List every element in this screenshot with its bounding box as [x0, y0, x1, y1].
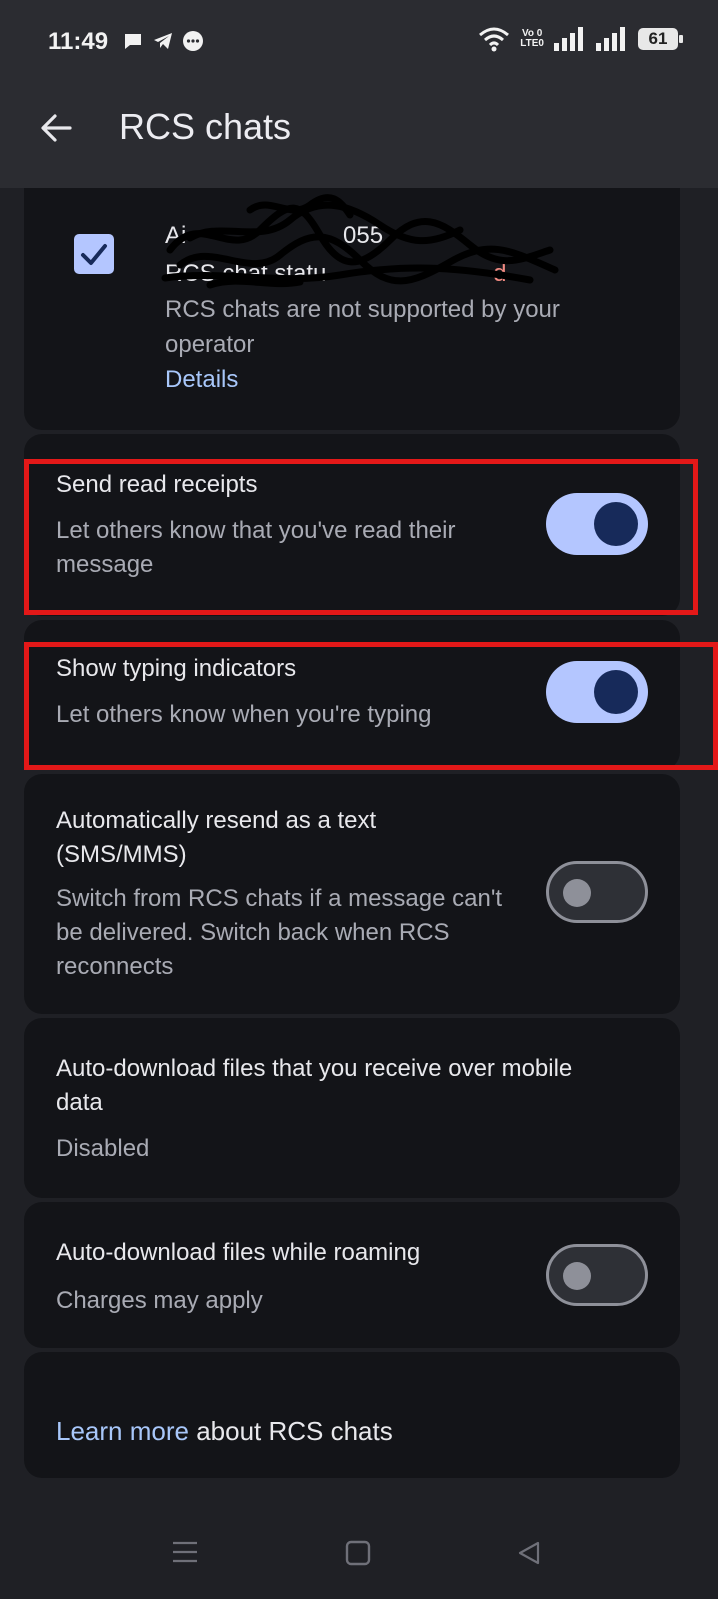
- home-square-icon[interactable]: [345, 1540, 371, 1566]
- setting-subtitle: Let others know when you're typing: [56, 701, 432, 728]
- setting-show-typing-indicators[interactable]: Show typing indicators Let others know w…: [24, 620, 680, 770]
- lte-label: LTE0: [520, 38, 544, 49]
- rcs-unsupported-message: RCS chats are not supported by your oper…: [165, 296, 560, 358]
- signal-icon-sim1: [554, 27, 583, 51]
- details-link[interactable]: Details: [165, 362, 238, 397]
- back-arrow-icon[interactable]: [36, 108, 76, 148]
- status-time: 11:49: [48, 28, 109, 55]
- toggle-knob: [563, 879, 591, 907]
- toggle-knob: [594, 670, 638, 714]
- back-triangle-icon[interactable]: [516, 1540, 542, 1566]
- check-icon: [81, 244, 107, 265]
- lte-indicator: Vo 0 LTE0: [520, 29, 544, 49]
- notification-icons: [122, 30, 204, 52]
- learn-more-link[interactable]: Learn more: [56, 1416, 189, 1446]
- setting-auto-resend-sms[interactable]: Automatically resend as a text (SMS/MMS)…: [24, 774, 680, 1014]
- setting-auto-download-mobile-data[interactable]: Auto-download files that you receive ove…: [24, 1018, 680, 1198]
- toggle-knob: [594, 502, 638, 546]
- setting-subtitle: Charges may apply: [56, 1287, 263, 1314]
- roaming-download-toggle[interactable]: [546, 1244, 648, 1306]
- setting-title: Auto-download files that you receive ove…: [56, 1055, 573, 1116]
- setting-title: Send read receipts: [56, 471, 258, 498]
- battery-level: 61: [648, 29, 668, 48]
- system-status-icons: Vo 0 LTE0 61: [478, 26, 683, 52]
- setting-subtitle: Disabled: [56, 1135, 150, 1162]
- toggle-knob: [563, 1262, 591, 1290]
- read-receipts-toggle[interactable]: [546, 493, 648, 555]
- status-bar: 11:49 Vo 0 LTE0 61: [0, 0, 718, 84]
- learn-more-text: Learn more about RCS chats: [56, 1416, 393, 1447]
- learn-more-card: Learn more about RCS chats: [24, 1352, 680, 1478]
- setting-send-read-receipts[interactable]: Send read receipts Let others know that …: [24, 434, 680, 616]
- page-title: RCS chats: [119, 106, 292, 147]
- wifi-icon: [479, 27, 510, 52]
- setting-subtitle: Let others know that you've read their m…: [56, 517, 456, 578]
- setting-title: Show typing indicators: [56, 655, 297, 682]
- setting-auto-download-roaming[interactable]: Auto-download files while roaming Charge…: [24, 1202, 680, 1348]
- typing-indicators-toggle[interactable]: [546, 661, 648, 723]
- app-bar: RCS chats: [0, 84, 718, 188]
- learn-more-rest: about RCS chats: [188, 1416, 393, 1446]
- signal-icon-sim2: [596, 27, 625, 51]
- setting-subtitle: Switch from RCS chats if a message can't…: [56, 885, 503, 980]
- telegram-icon: [154, 33, 172, 49]
- sim-checkbox[interactable]: [74, 234, 114, 274]
- setting-title: Auto-download files while roaming: [56, 1239, 421, 1266]
- battery-icon: 61: [638, 28, 683, 50]
- auto-resend-toggle[interactable]: [546, 861, 648, 923]
- chat-bubble-icon: [125, 34, 141, 49]
- system-navigation-bar: [0, 1500, 718, 1599]
- recents-menu-icon[interactable]: [172, 1540, 198, 1564]
- setting-title: Automatically resend as a text (SMS/MMS): [56, 807, 377, 868]
- redaction-scribble: [161, 194, 559, 289]
- message-icon: [183, 31, 203, 51]
